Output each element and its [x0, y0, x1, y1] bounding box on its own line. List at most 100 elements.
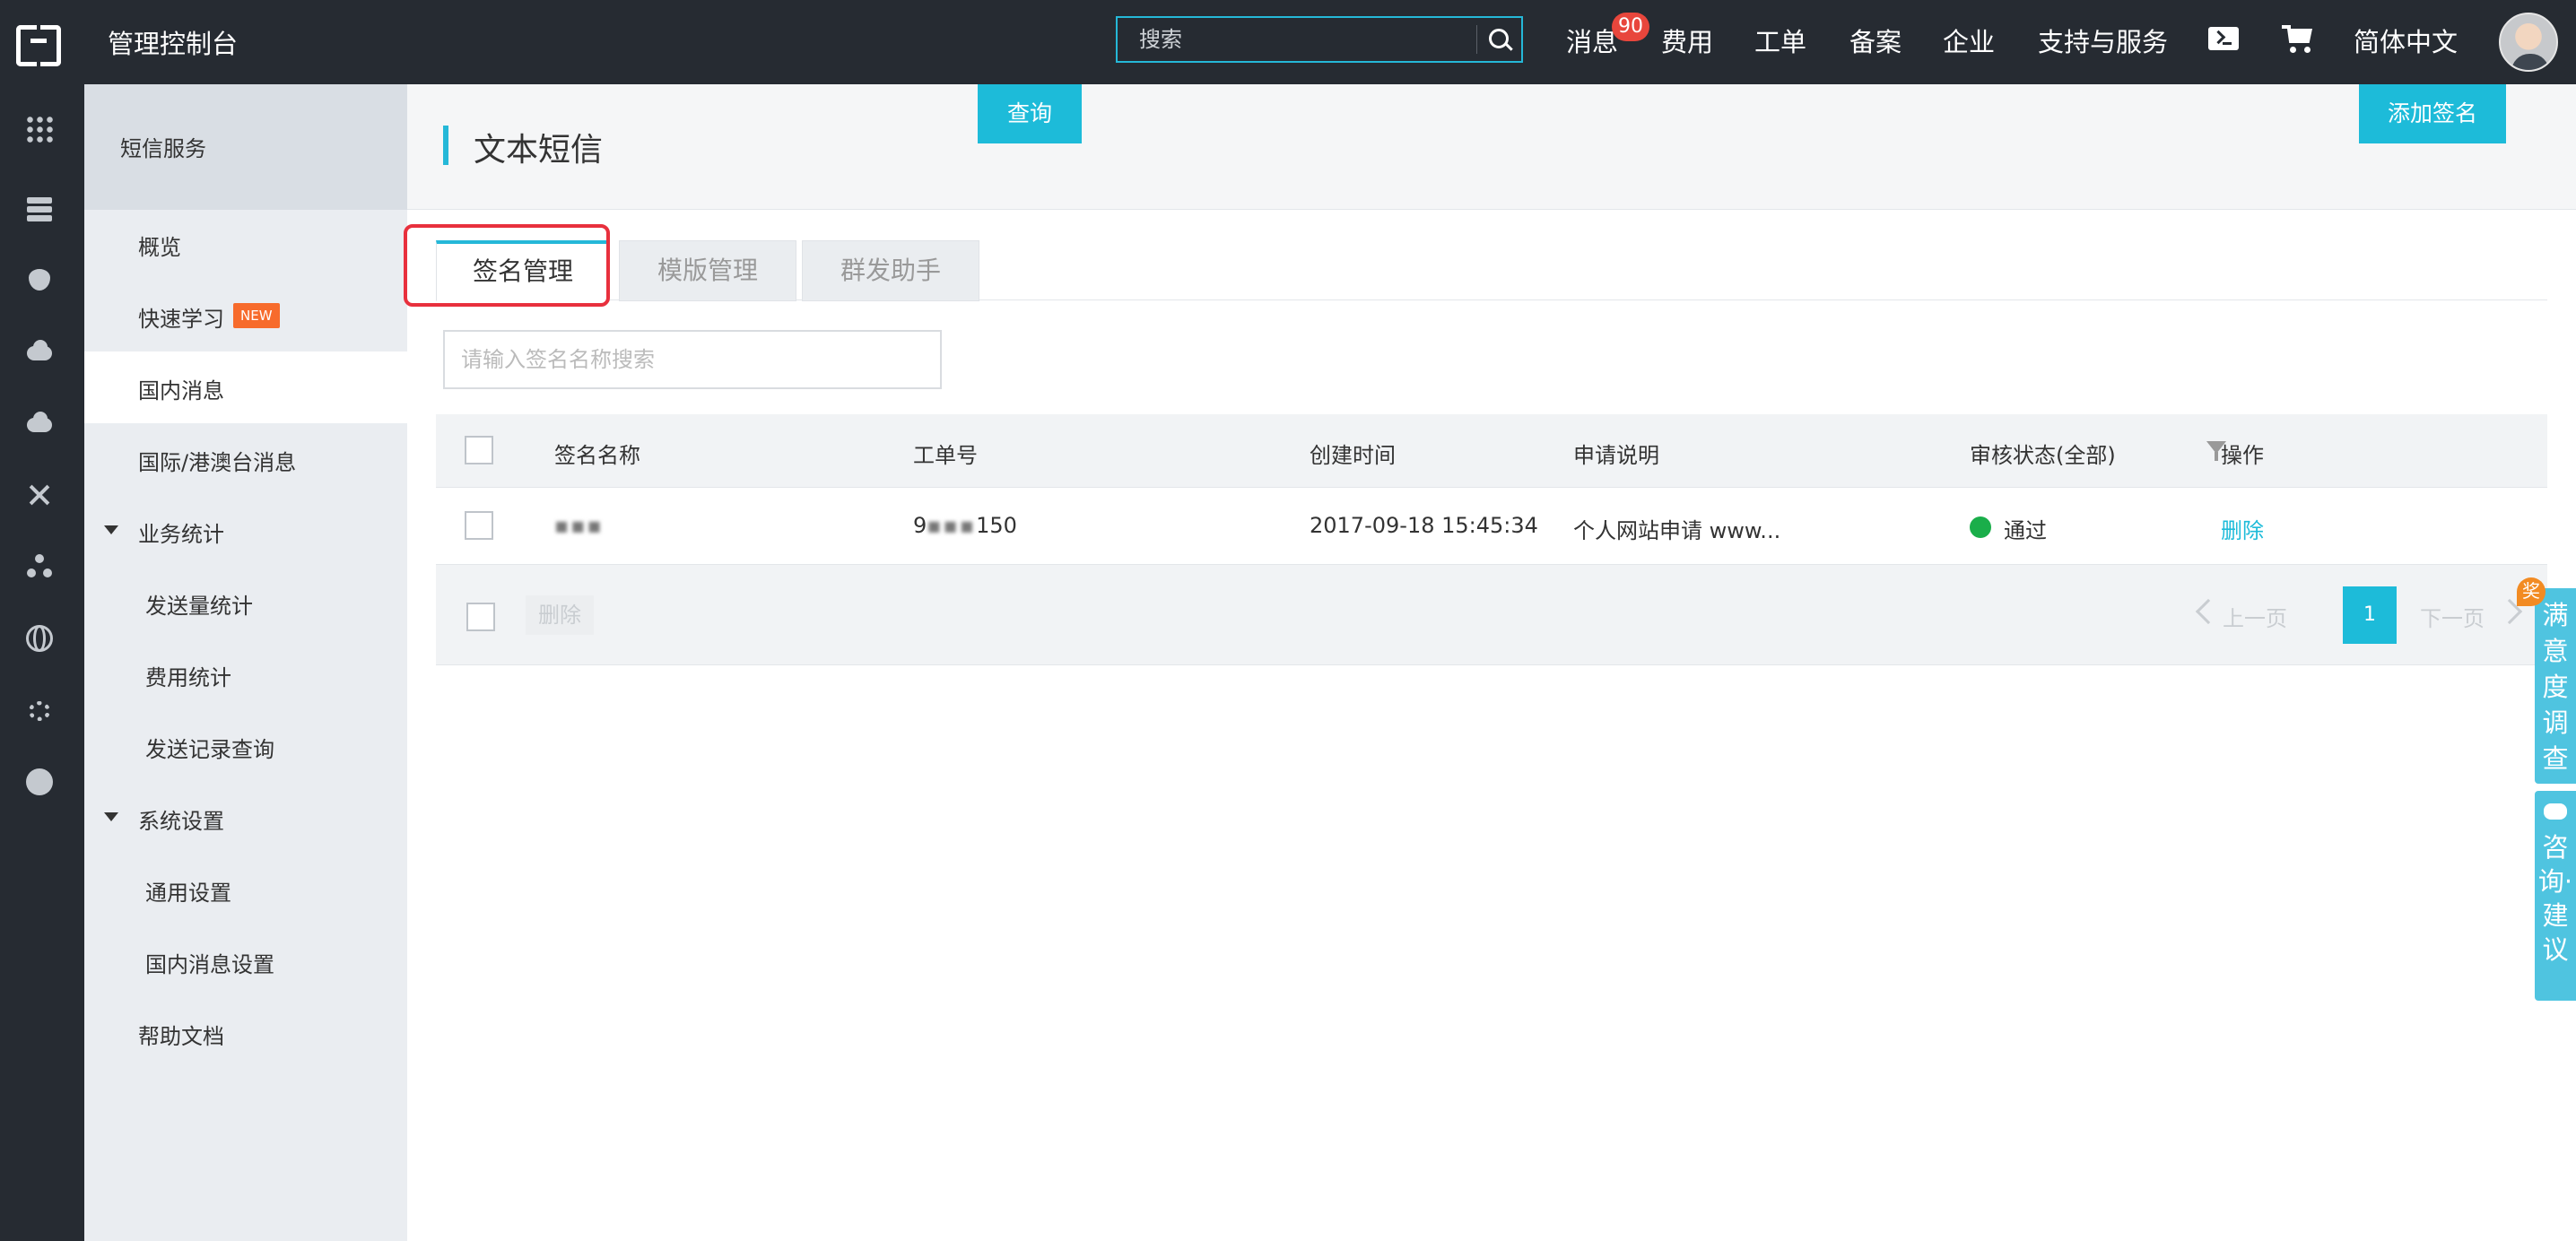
col-ticket: 工单号 — [913, 443, 978, 468]
sidebar-item-send-stats[interactable]: 发送量统计 — [84, 567, 407, 638]
col-description: 申请说明 — [1573, 443, 1659, 468]
select-all-checkbox[interactable] — [465, 436, 493, 464]
ticket-prefix: 9 — [913, 513, 927, 538]
sidebar-item-international[interactable]: 国际/港澳台消息 — [84, 423, 407, 495]
table-row: ▪︎▪︎▪︎ 9▪︎▪︎▪︎150 2017-09-18 15:45:34 个人… — [436, 488, 2547, 565]
page-header: 文本短信 — [407, 84, 2576, 210]
nodes-icon[interactable] — [25, 552, 54, 581]
batch-delete-button[interactable]: 删除 — [526, 595, 594, 635]
consult-widget[interactable]: 咨询·建议 — [2535, 791, 2576, 1001]
cloud-icon[interactable] — [25, 337, 54, 366]
ticket-blurred: ▪︎▪︎▪︎ — [927, 513, 977, 538]
ticket-number: 9▪︎▪︎▪︎150 — [913, 513, 1017, 538]
prev-page-button[interactable]: 上一页 — [2223, 601, 2287, 632]
consult-label: 咨询·建议 — [2537, 832, 2573, 965]
sidebar-item-domestic-settings[interactable]: 国内消息设置 — [84, 925, 407, 997]
status-dot-icon — [1970, 516, 1991, 538]
signature-name-blurred: ▪︎▪︎▪︎ — [554, 513, 604, 538]
col-status[interactable]: 审核状态(全部) — [1970, 438, 2116, 469]
sidebar-item-label: 发送记录查询 — [145, 737, 274, 762]
sidebar-item-label: 发送量统计 — [145, 594, 253, 619]
sidebar-title: 短信服务 — [120, 136, 206, 161]
sidebar-item-label: 国内消息 — [138, 378, 224, 404]
search-input[interactable] — [1118, 18, 1476, 61]
search-button[interactable] — [1480, 18, 1521, 61]
nav-language[interactable]: 简体中文 — [2354, 22, 2458, 59]
search-divider — [1476, 25, 1477, 54]
title-accent — [443, 126, 448, 165]
delete-link[interactable]: 删除 — [2221, 513, 2264, 544]
cloud-upload-icon[interactable] — [25, 409, 54, 438]
server-icon[interactable] — [25, 194, 54, 222]
sidebar-item-overview[interactable]: 概览 — [84, 208, 407, 280]
sidebar-item-label: 帮助文档 — [138, 1024, 224, 1049]
page-1-button[interactable]: 1 — [2343, 586, 2397, 644]
circle-icon[interactable] — [25, 768, 54, 796]
aliyun-logo-icon[interactable] — [16, 25, 61, 66]
cart-icon[interactable] — [2282, 25, 2314, 54]
sidebar-item-help-docs[interactable]: 帮助文档 — [84, 997, 407, 1069]
ticket-suffix: 150 — [976, 513, 1017, 538]
search-icon — [1489, 29, 1509, 48]
sidebar-item-fee-stats[interactable]: 费用统计 — [84, 638, 407, 710]
sidebar-item-send-records[interactable]: 发送记录查询 — [84, 710, 407, 782]
tab-template[interactable]: 模版管理 — [619, 240, 796, 301]
add-signature-button[interactable]: 添加签名 — [2359, 84, 2506, 143]
sidebar-item-general-settings[interactable]: 通用设置 — [84, 854, 407, 925]
sidebar-item-label: 国际/港澳台消息 — [138, 450, 297, 475]
sidebar-item-quick-learn[interactable]: 快速学习 NEW — [84, 280, 407, 351]
nav-support[interactable]: 支持与服务 — [2038, 22, 2168, 59]
col-created: 创建时间 — [1310, 443, 1396, 468]
nav-enterprise[interactable]: 企业 — [1943, 22, 1995, 59]
sidebar-item-label: 费用统计 — [145, 665, 231, 690]
console-title[interactable]: 管理控制台 — [108, 23, 238, 61]
sidebar-item-label: 快速学习 — [138, 307, 224, 332]
product-rail — [0, 84, 84, 1241]
created-time: 2017-09-18 15:45:34 — [1310, 513, 1538, 538]
col-action-label: 操作 — [2221, 443, 2264, 468]
row-checkbox[interactable] — [465, 511, 493, 540]
status-text: 通过 — [2004, 518, 2047, 543]
nav-icp[interactable]: 备案 — [1849, 22, 1902, 59]
footer-select-checkbox[interactable] — [466, 603, 495, 631]
top-bar: 管理控制台 消息 90 费用 工单 备案 企业 支持与服务 简体中文 — [0, 0, 2576, 84]
signature-name: ▪︎▪︎▪︎ — [554, 513, 604, 538]
terminal-icon[interactable] — [2208, 27, 2239, 50]
sidebar-group-statistics[interactable]: 业务统计 — [84, 495, 407, 567]
prize-badge: 奖 — [2517, 577, 2546, 606]
highlight-box — [404, 224, 610, 307]
nav-messages[interactable]: 消息 — [1566, 22, 1618, 59]
nav-tickets[interactable]: 工单 — [1754, 22, 1806, 59]
sidebar-item-label: 业务统计 — [138, 522, 224, 547]
page-title: 文本短信 — [474, 132, 604, 169]
sidebar: 短信服务 概览 快速学习 NEW 国内消息 国际/港澳台消息 业务统计 发送量统计… — [84, 84, 407, 1241]
sidebar-item-label: 概览 — [138, 235, 181, 260]
grid-icon[interactable] — [25, 115, 54, 143]
global-search — [1116, 16, 1523, 63]
chat-icon — [2544, 803, 2567, 820]
query-button[interactable]: 查询 — [978, 84, 1082, 143]
main-content: 文本短信 签名管理 模版管理 群发助手 查询 添加签名 签名名称 工单号 创建时… — [404, 84, 2576, 1241]
avatar[interactable] — [2499, 13, 2558, 72]
network-icon[interactable] — [25, 481, 54, 509]
signature-search-input[interactable] — [443, 330, 942, 389]
sidebar-group-settings[interactable]: 系统设置 — [84, 782, 407, 854]
table-header: 签名名称 工单号 创建时间 申请说明 审核状态(全部) 操作 — [436, 414, 2547, 488]
table-footer: 删除 上一页 1 下一页 — [436, 565, 2547, 665]
gear-icon[interactable] — [25, 696, 54, 725]
shield-icon[interactable] — [25, 265, 54, 294]
col-name: 签名名称 — [554, 443, 640, 468]
nav-billing[interactable]: 费用 — [1661, 22, 1713, 59]
new-badge: NEW — [233, 303, 280, 328]
next-page-button[interactable]: 下一页 — [2420, 601, 2485, 632]
sidebar-item-domestic[interactable]: 国内消息 — [84, 351, 407, 423]
caret-down-icon — [104, 812, 118, 821]
messages-badge: 90 — [1612, 13, 1649, 41]
globe-icon[interactable] — [25, 624, 54, 653]
sidebar-header: 短信服务 — [84, 84, 407, 210]
survey-widget[interactable]: 满意度调查 — [2535, 588, 2576, 784]
chevron-left-icon[interactable] — [2195, 598, 2222, 625]
sidebar-item-label: 国内消息设置 — [145, 952, 274, 977]
apply-description: 个人网站申请 www... — [1573, 518, 1781, 543]
tab-bulk-send[interactable]: 群发助手 — [802, 240, 979, 301]
